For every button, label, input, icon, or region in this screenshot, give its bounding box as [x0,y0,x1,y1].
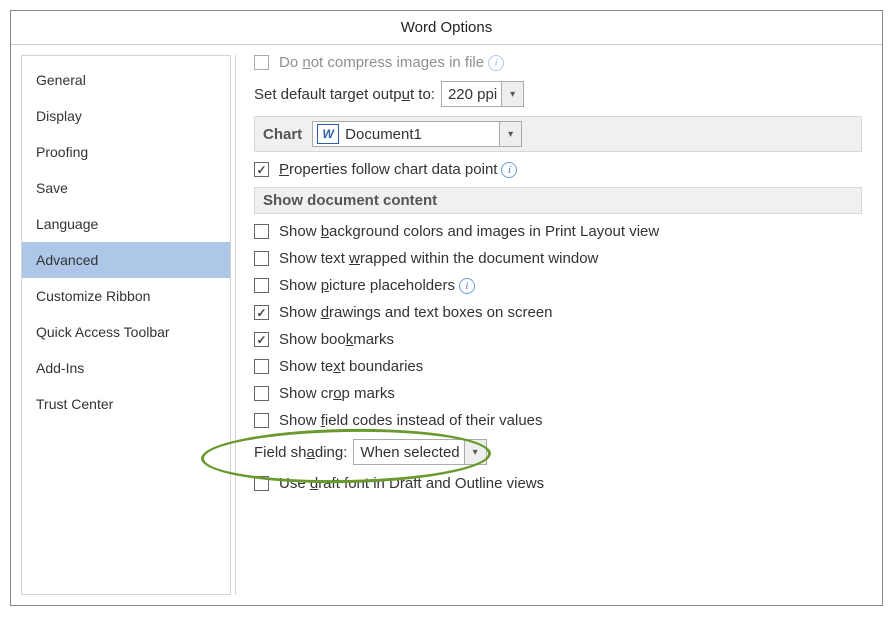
label-bookmarks: Show bookmarks [279,331,394,348]
checkbox-background[interactable] [254,224,269,239]
sidebar-item-save[interactable]: Save [22,170,230,206]
info-icon[interactable]: i [501,162,517,178]
sidebar-item-advanced[interactable]: Advanced [22,242,230,278]
combo-value: When selected [360,444,459,461]
checkbox-picture-placeholders[interactable] [254,278,269,293]
section-chart: Chart W Document1 ▾ [254,116,862,152]
combo-field-shading[interactable]: When selected ▾ [353,439,486,465]
section-title: Chart [263,126,302,143]
info-icon[interactable]: i [488,55,504,71]
label-target-output: Set default target output to: [254,86,435,103]
sidebar-item-general[interactable]: General [22,62,230,98]
sidebar-item-trust-center[interactable]: Trust Center [22,386,230,422]
sidebar-item-customize-ribbon[interactable]: Customize Ribbon [22,278,230,314]
word-options-dialog: Word Options General Display Proofing Sa… [10,10,883,606]
label-field-shading: Field shading: [254,444,347,461]
checkbox-bookmarks[interactable] [254,332,269,347]
checkbox-chart-properties[interactable] [254,162,269,177]
label-field-codes: Show field codes instead of their values [279,412,543,429]
combo-target-output[interactable]: 220 ppi ▾ [441,81,524,107]
section-show-document-content: Show document content [254,187,862,214]
checkbox-compress[interactable] [254,55,269,70]
sidebar-item-proofing[interactable]: Proofing [22,134,230,170]
chevron-down-icon: ▾ [501,82,523,106]
combo-value: Document1 [345,126,422,143]
label-wrap: Show text wrapped within the document wi… [279,250,598,267]
label-draft-font: Use draft font in Draft and Outline view… [279,475,544,492]
chevron-down-icon: ▾ [499,122,521,146]
label-compress: Do not compress images in file [279,55,484,71]
label-crop-marks: Show crop marks [279,385,395,402]
dialog-title: Word Options [11,11,882,45]
word-document-icon: W [317,124,339,144]
label-chart-properties: Properties follow chart data point [279,161,497,178]
checkbox-drawings[interactable] [254,305,269,320]
label-text-boundaries: Show text boundaries [279,358,423,375]
sidebar-item-display[interactable]: Display [22,98,230,134]
label-picture-placeholders: Show picture placeholders [279,277,455,294]
section-title: Show document content [263,192,437,209]
combo-chart-document[interactable]: W Document1 ▾ [312,121,522,147]
checkbox-wrap[interactable] [254,251,269,266]
checkbox-field-codes[interactable] [254,413,269,428]
sidebar-item-add-ins[interactable]: Add-Ins [22,350,230,386]
chevron-down-icon: ▾ [464,440,486,464]
info-icon[interactable]: i [459,278,475,294]
sidebar-item-language[interactable]: Language [22,206,230,242]
sidebar-item-quick-access-toolbar[interactable]: Quick Access Toolbar [22,314,230,350]
label-background: Show background colors and images in Pri… [279,223,659,240]
category-sidebar: General Display Proofing Save Language A… [21,55,231,595]
checkbox-text-boundaries[interactable] [254,359,269,374]
checkbox-draft-font[interactable] [254,476,269,491]
combo-value: 220 ppi [448,86,497,103]
checkbox-crop-marks[interactable] [254,386,269,401]
options-content: Do not compress images in file i Set def… [235,55,872,595]
label-drawings: Show drawings and text boxes on screen [279,304,553,321]
